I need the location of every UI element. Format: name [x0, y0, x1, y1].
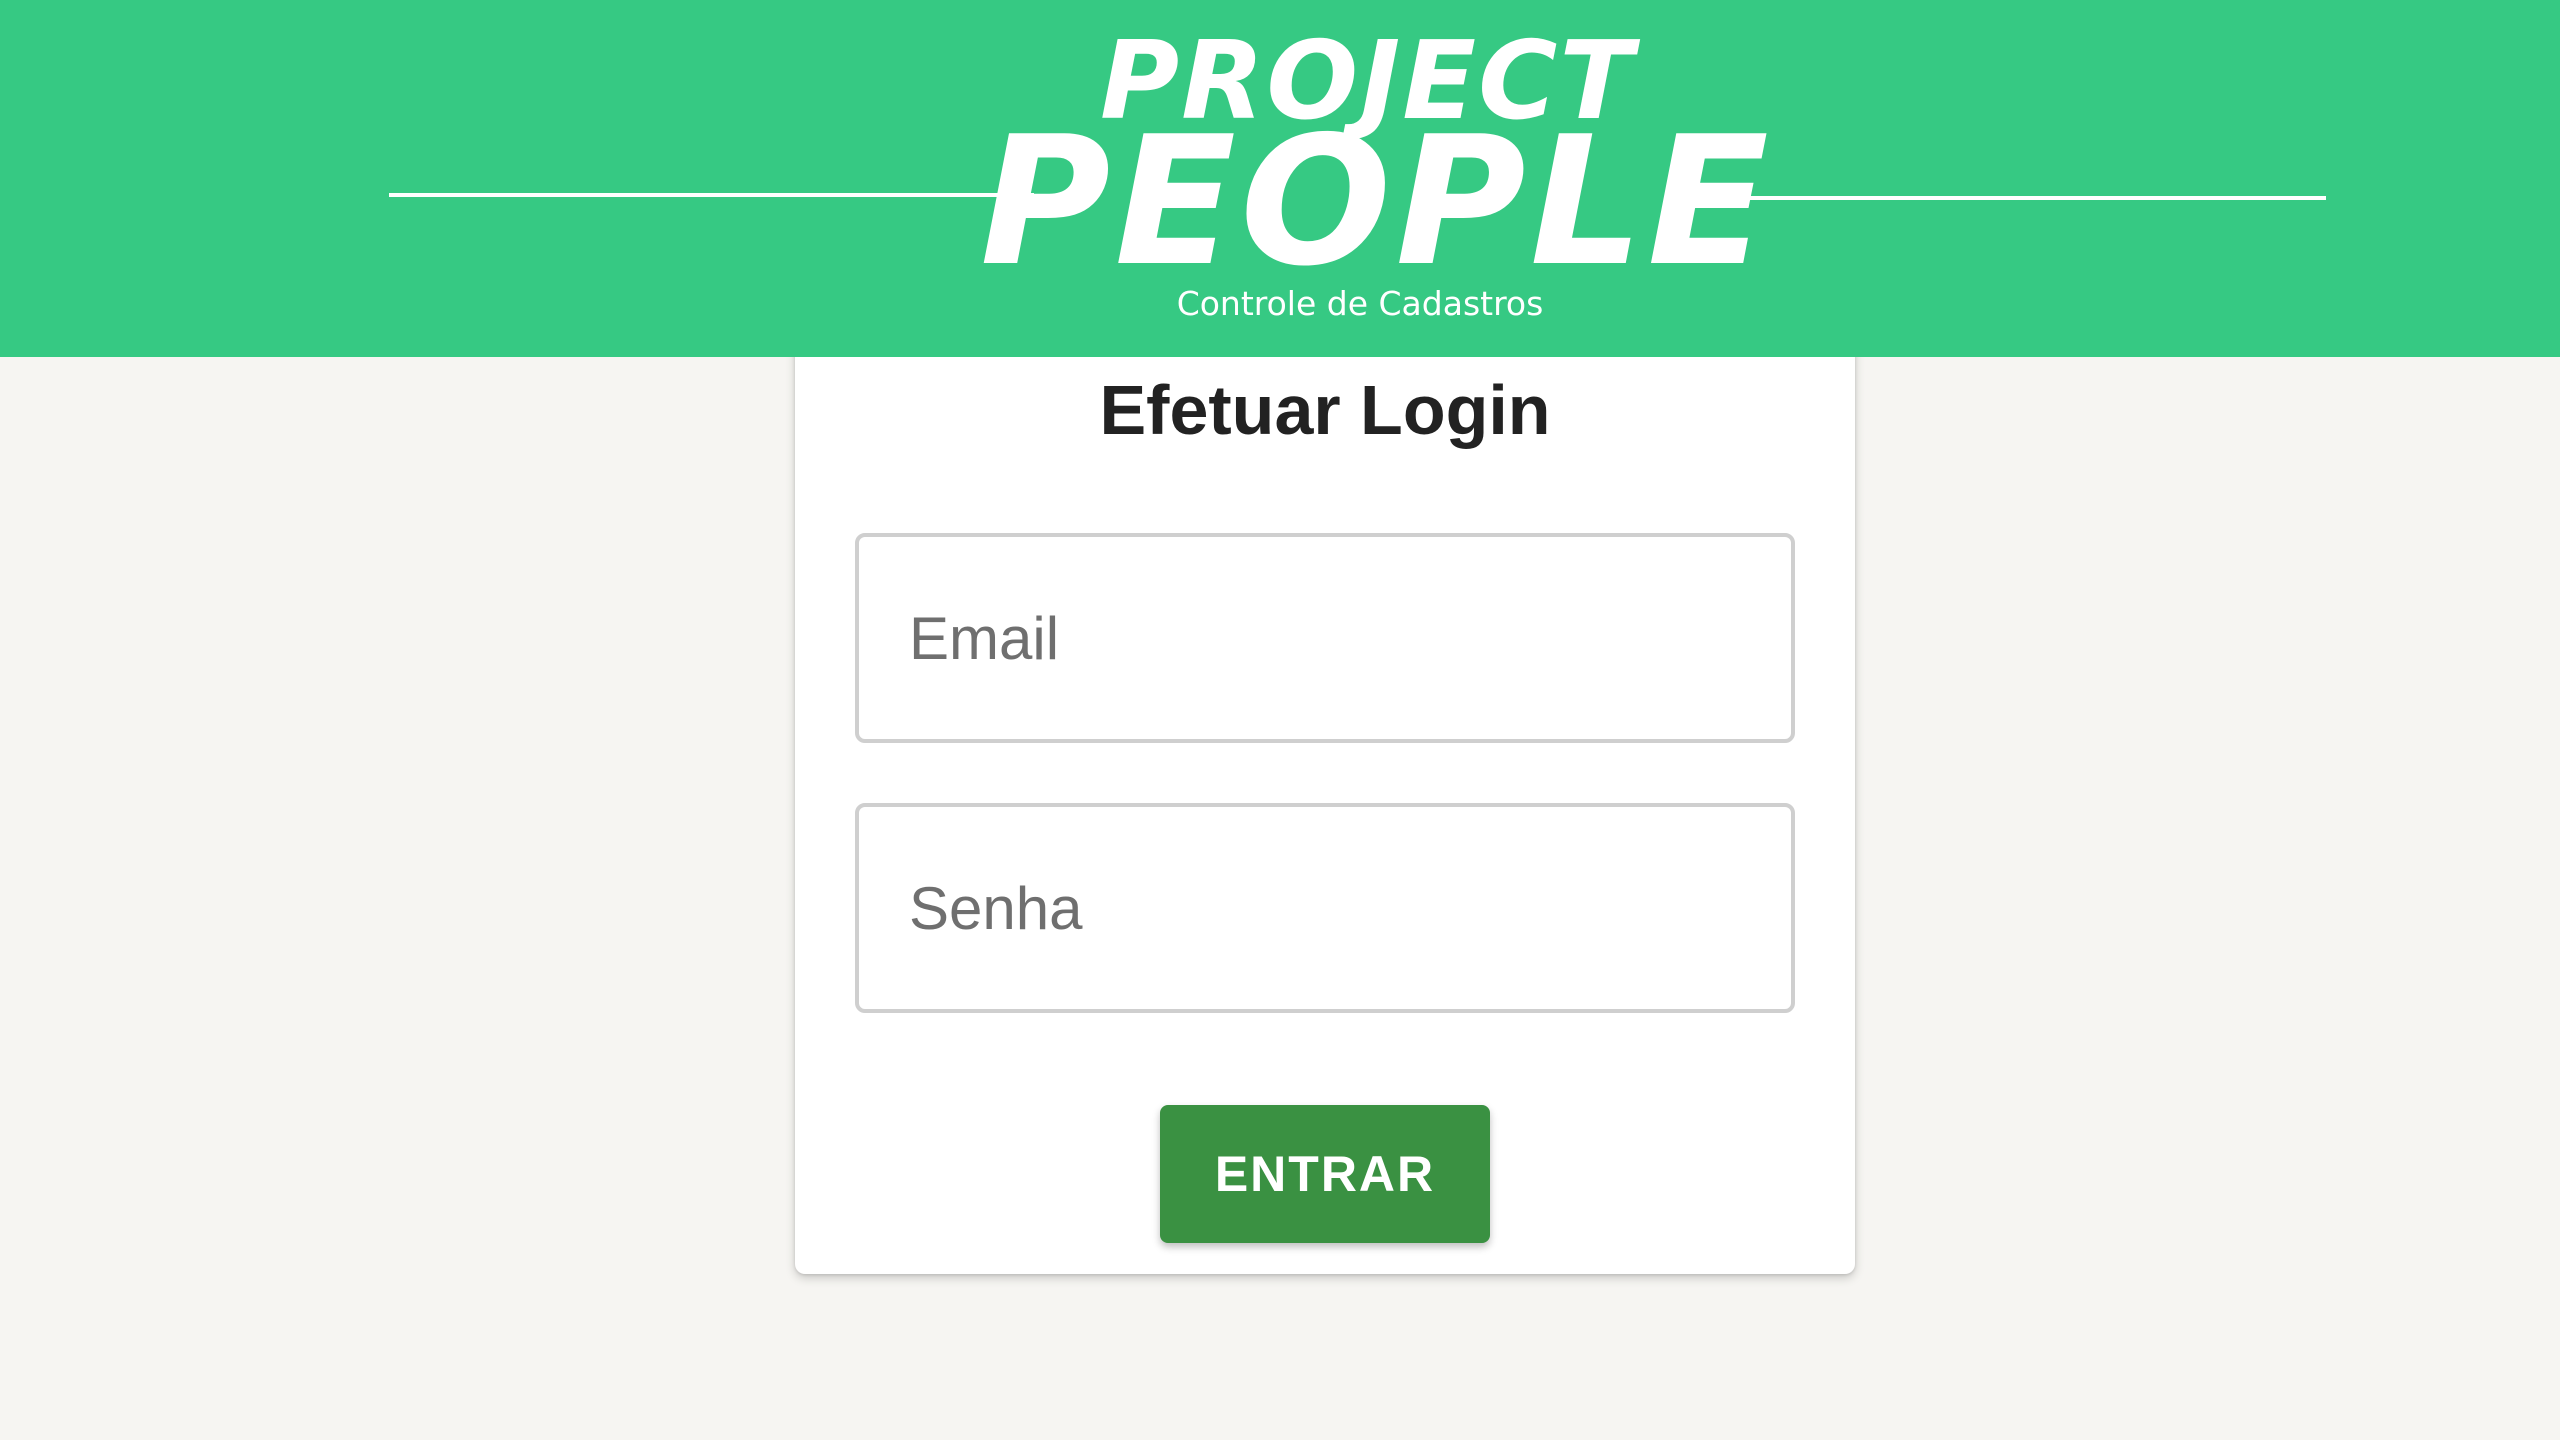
logo-subtitle: Controle de Cadastros — [1176, 284, 1544, 323]
login-title-wrap: Efetuar Login — [795, 360, 1855, 460]
login-page: PROJECT PEOPLE Controle de Cadastros Efe… — [0, 0, 2560, 1440]
header-divider-left — [389, 193, 1034, 197]
password-field[interactable] — [855, 803, 1795, 1013]
email-input[interactable] — [859, 537, 1791, 739]
login-title: Efetuar Login — [1099, 371, 1551, 449]
email-field[interactable] — [855, 533, 1795, 743]
header-banner: PROJECT PEOPLE Controle de Cadastros — [0, 0, 2560, 357]
header-divider-right — [1676, 196, 2326, 200]
password-input[interactable] — [859, 807, 1791, 1009]
logo-text-people: PEOPLE — [980, 98, 1773, 305]
enter-button[interactable]: ENTRAR — [1160, 1105, 1490, 1243]
